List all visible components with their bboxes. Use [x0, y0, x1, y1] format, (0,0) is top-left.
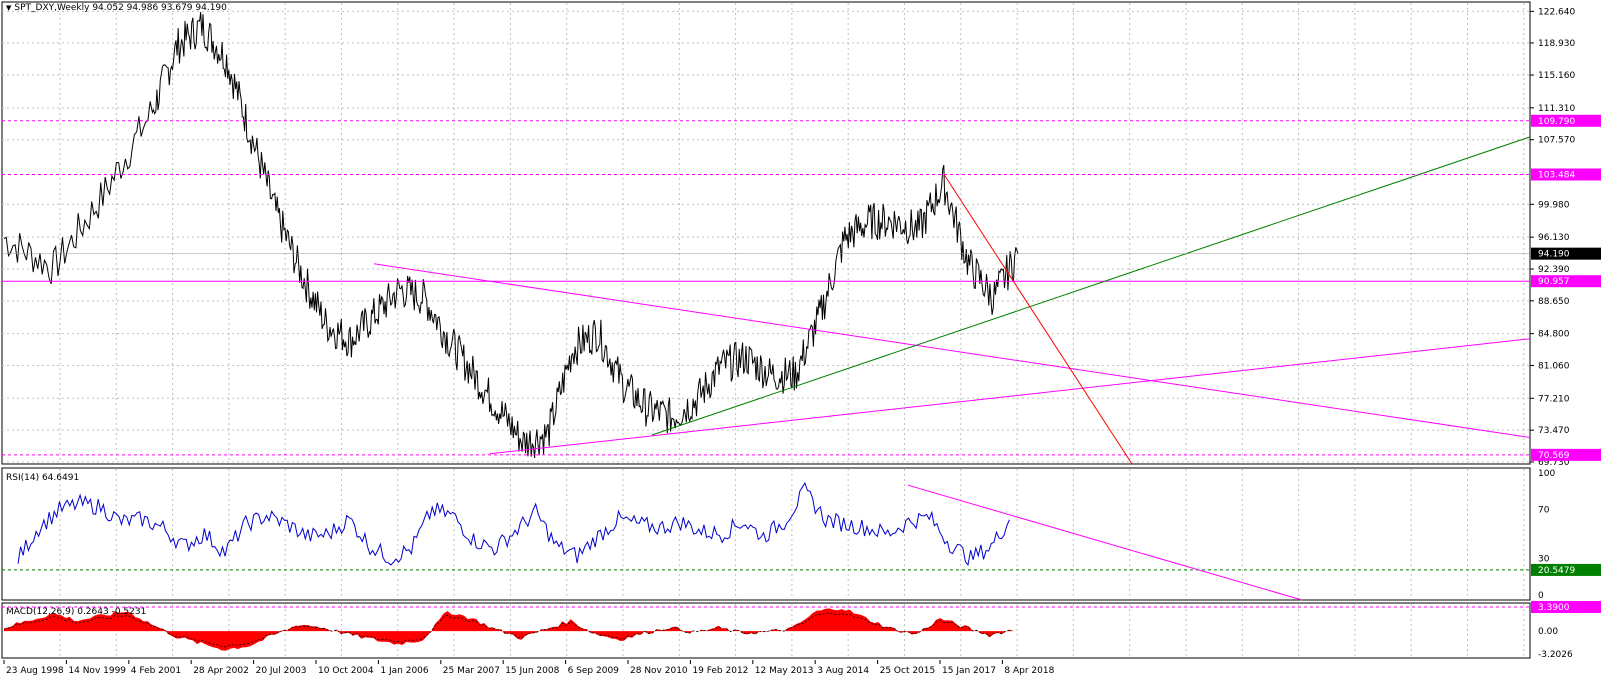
- time-axis-label: 4 Feb 2001: [131, 666, 181, 676]
- time-axis-label: 25 Oct 2015: [880, 666, 936, 676]
- level-label: 70.569: [1538, 451, 1570, 461]
- price-tick-label: 88.650: [1538, 297, 1570, 307]
- rsi-header: RSI(14) 64.6491: [6, 473, 80, 483]
- time-axis-label: 10 Oct 2004: [318, 666, 374, 676]
- price-tick-label: 73.470: [1538, 426, 1570, 436]
- rsi-level-label: 20.5479: [1538, 566, 1575, 576]
- level-label: 103.484: [1538, 170, 1575, 180]
- main-panel-frame: [1, 1, 1531, 465]
- time-axis-label: 3 Aug 2014: [817, 666, 869, 676]
- price-tick-label: 118.930: [1538, 39, 1575, 49]
- macd-header: MACD(12,26,9) 0.2643 -0.5231: [6, 607, 147, 617]
- macd-level-label: 3.3900: [1538, 603, 1570, 613]
- level-label: 109.790: [1538, 117, 1575, 127]
- chart-canvas[interactable]: 122.640 118.930 115.160 111.310 107.570 99.98…: [0, 0, 1602, 696]
- symbol-ohlc-readout: SPT_DXY,Weekly 94.052 94.986 93.679 94.1…: [14, 3, 227, 13]
- time-axis-label: 19 Feb 2012: [692, 666, 748, 676]
- time-axis-label: 15 Jun 2008: [505, 666, 559, 676]
- macd-panel-frame: [1, 602, 1531, 659]
- time-axis-label: 1 Jan 2006: [380, 666, 428, 676]
- rsi-tick-label: 70: [1538, 506, 1550, 516]
- price-tick-label: 115.160: [1538, 71, 1575, 81]
- price-tick-label: 107.570: [1538, 136, 1575, 146]
- macd-tick-label: 0.00: [1538, 627, 1558, 637]
- time-axis-label: 12 May 2013: [755, 666, 814, 676]
- time-axis-label: 8 Apr 2018: [1004, 666, 1054, 676]
- main-header: ▼ SPT_DXY,Weekly 94.052 94.986 93.679 94.…: [6, 3, 227, 13]
- price-tick-label: 122.640: [1538, 7, 1575, 17]
- level-label: 90.957: [1538, 277, 1570, 287]
- rsi-tick-label: 30: [1538, 554, 1550, 564]
- macd-tick-label: -3.2026: [1538, 650, 1573, 660]
- time-axis-label: 28 Apr 2002: [193, 666, 249, 676]
- price-tick-label: 99.980: [1538, 200, 1570, 210]
- time-axis-label: 23 Aug 1998: [6, 666, 64, 676]
- time-axis-label: 28 Nov 2010: [630, 666, 688, 676]
- time-axis-label: 14 Nov 1999: [68, 666, 126, 676]
- rsi-panel-frame: [1, 467, 1531, 601]
- price-tick-label: 96.130: [1538, 233, 1570, 243]
- dropdown-arrow-icon[interactable]: ▼: [6, 4, 11, 12]
- time-axis-label: 15 Jan 2017: [942, 666, 996, 676]
- time-axis-label: 6 Sep 2009: [568, 666, 620, 676]
- rsi-tick-label: 0: [1538, 591, 1544, 601]
- current-price-label: 94.190: [1538, 250, 1570, 260]
- chart-window[interactable]: 122.640 118.930 115.160 111.310 107.570 99.98…: [0, 0, 1602, 696]
- time-axis-label: 20 Jul 2003: [256, 666, 307, 676]
- price-tick-label: 81.060: [1538, 361, 1570, 371]
- time-axis-label: 25 Mar 2007: [443, 666, 500, 676]
- price-tick-label: 77.210: [1538, 394, 1570, 404]
- price-tick-label: 111.310: [1538, 104, 1575, 114]
- rsi-tick-label: 100: [1538, 469, 1555, 479]
- price-tick-label: 92.390: [1538, 265, 1570, 275]
- price-tick-label: 84.800: [1538, 330, 1570, 340]
